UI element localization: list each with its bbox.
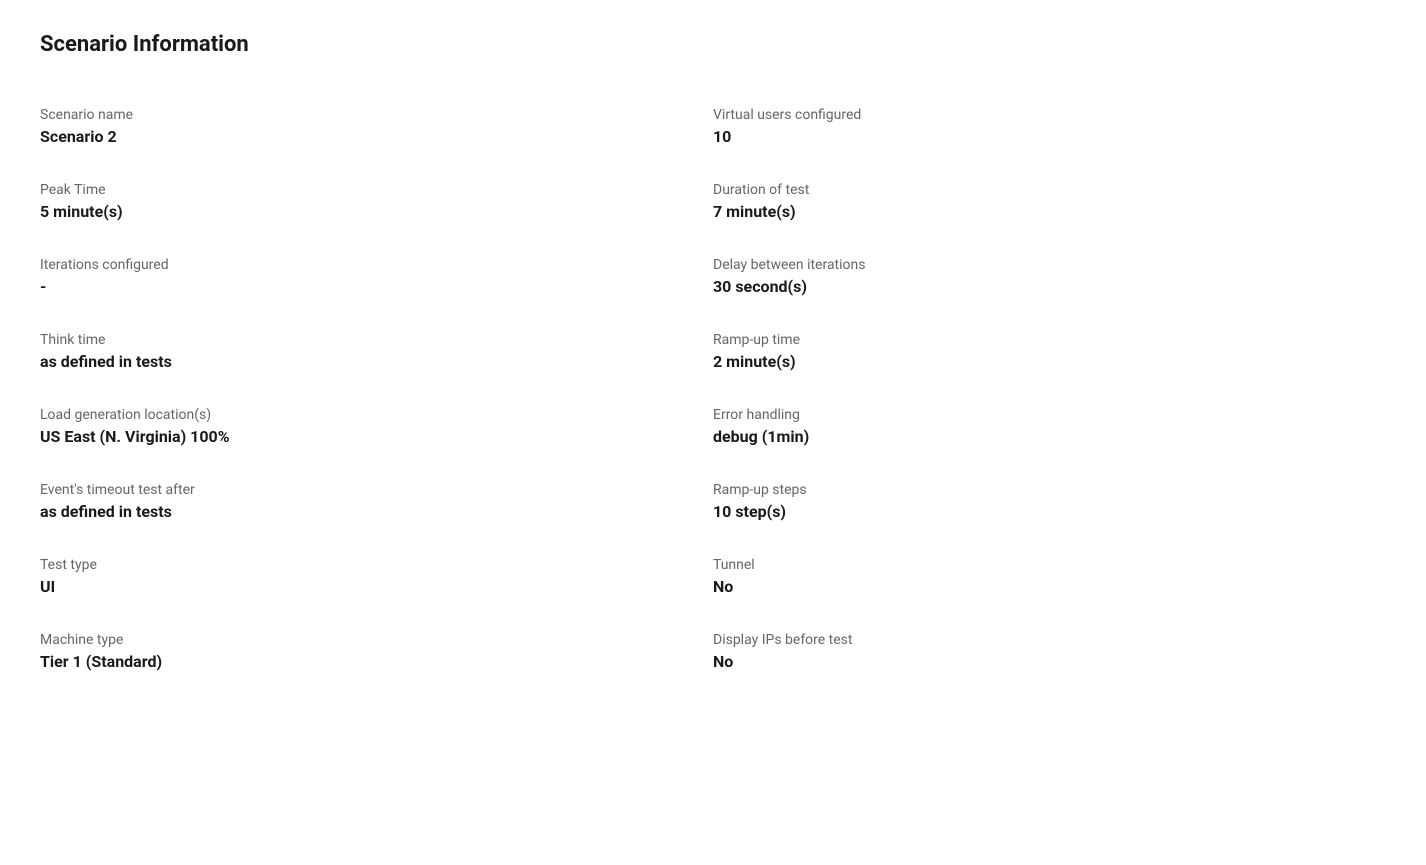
info-value: 7 minute(s) (713, 202, 1386, 221)
info-label: Ramp-up time (713, 332, 1386, 348)
info-label: Machine type (40, 632, 713, 648)
info-item-left-3: Think time as defined in tests (40, 314, 713, 389)
info-item-right-3: Ramp-up time 2 minute(s) (713, 314, 1386, 389)
page-title: Scenario Information (40, 32, 1386, 57)
info-item-left-1: Peak Time 5 minute(s) (40, 164, 713, 239)
info-label: Event's timeout test after (40, 482, 713, 498)
info-item-left-6: Test type UI (40, 539, 713, 614)
info-value: 10 (713, 127, 1386, 146)
info-item-right-5: Ramp-up steps 10 step(s) (713, 464, 1386, 539)
info-label: Test type (40, 557, 713, 573)
info-label: Display IPs before test (713, 632, 1386, 648)
info-item-left-4: Load generation location(s) US East (N. … (40, 389, 713, 464)
info-label: Think time (40, 332, 713, 348)
info-value: 30 second(s) (713, 277, 1386, 296)
info-label: Error handling (713, 407, 1386, 423)
info-value: 10 step(s) (713, 502, 1386, 521)
info-label: Virtual users configured (713, 107, 1386, 123)
info-item-left-5: Event's timeout test after as defined in… (40, 464, 713, 539)
info-item-left-7: Machine type Tier 1 (Standard) (40, 614, 713, 689)
info-value: as defined in tests (40, 502, 713, 521)
info-item-right-1: Duration of test 7 minute(s) (713, 164, 1386, 239)
info-value: No (713, 577, 1386, 596)
info-value: Tier 1 (Standard) (40, 652, 713, 671)
info-value: US East (N. Virginia) 100% (40, 427, 713, 446)
info-value: debug (1min) (713, 427, 1386, 446)
info-label: Iterations configured (40, 257, 713, 273)
info-value: No (713, 652, 1386, 671)
info-label: Tunnel (713, 557, 1386, 573)
info-value: Scenario 2 (40, 127, 713, 146)
info-item-right-0: Virtual users configured 10 (713, 89, 1386, 164)
info-value: as defined in tests (40, 352, 713, 371)
info-value: 2 minute(s) (713, 352, 1386, 371)
info-item-right-4: Error handling debug (1min) (713, 389, 1386, 464)
info-item-left-0: Scenario name Scenario 2 (40, 89, 713, 164)
info-label: Load generation location(s) (40, 407, 713, 423)
info-label: Scenario name (40, 107, 713, 123)
info-value: - (40, 277, 713, 296)
info-value: 5 minute(s) (40, 202, 713, 221)
info-label: Delay between iterations (713, 257, 1386, 273)
info-value: UI (40, 577, 713, 596)
info-item-left-2: Iterations configured - (40, 239, 713, 314)
info-item-right-6: Tunnel No (713, 539, 1386, 614)
info-item-right-7: Display IPs before test No (713, 614, 1386, 689)
info-item-right-2: Delay between iterations 30 second(s) (713, 239, 1386, 314)
info-label: Duration of test (713, 182, 1386, 198)
info-label: Ramp-up steps (713, 482, 1386, 498)
info-grid: Scenario name Scenario 2 Virtual users c… (40, 89, 1386, 689)
info-label: Peak Time (40, 182, 713, 198)
